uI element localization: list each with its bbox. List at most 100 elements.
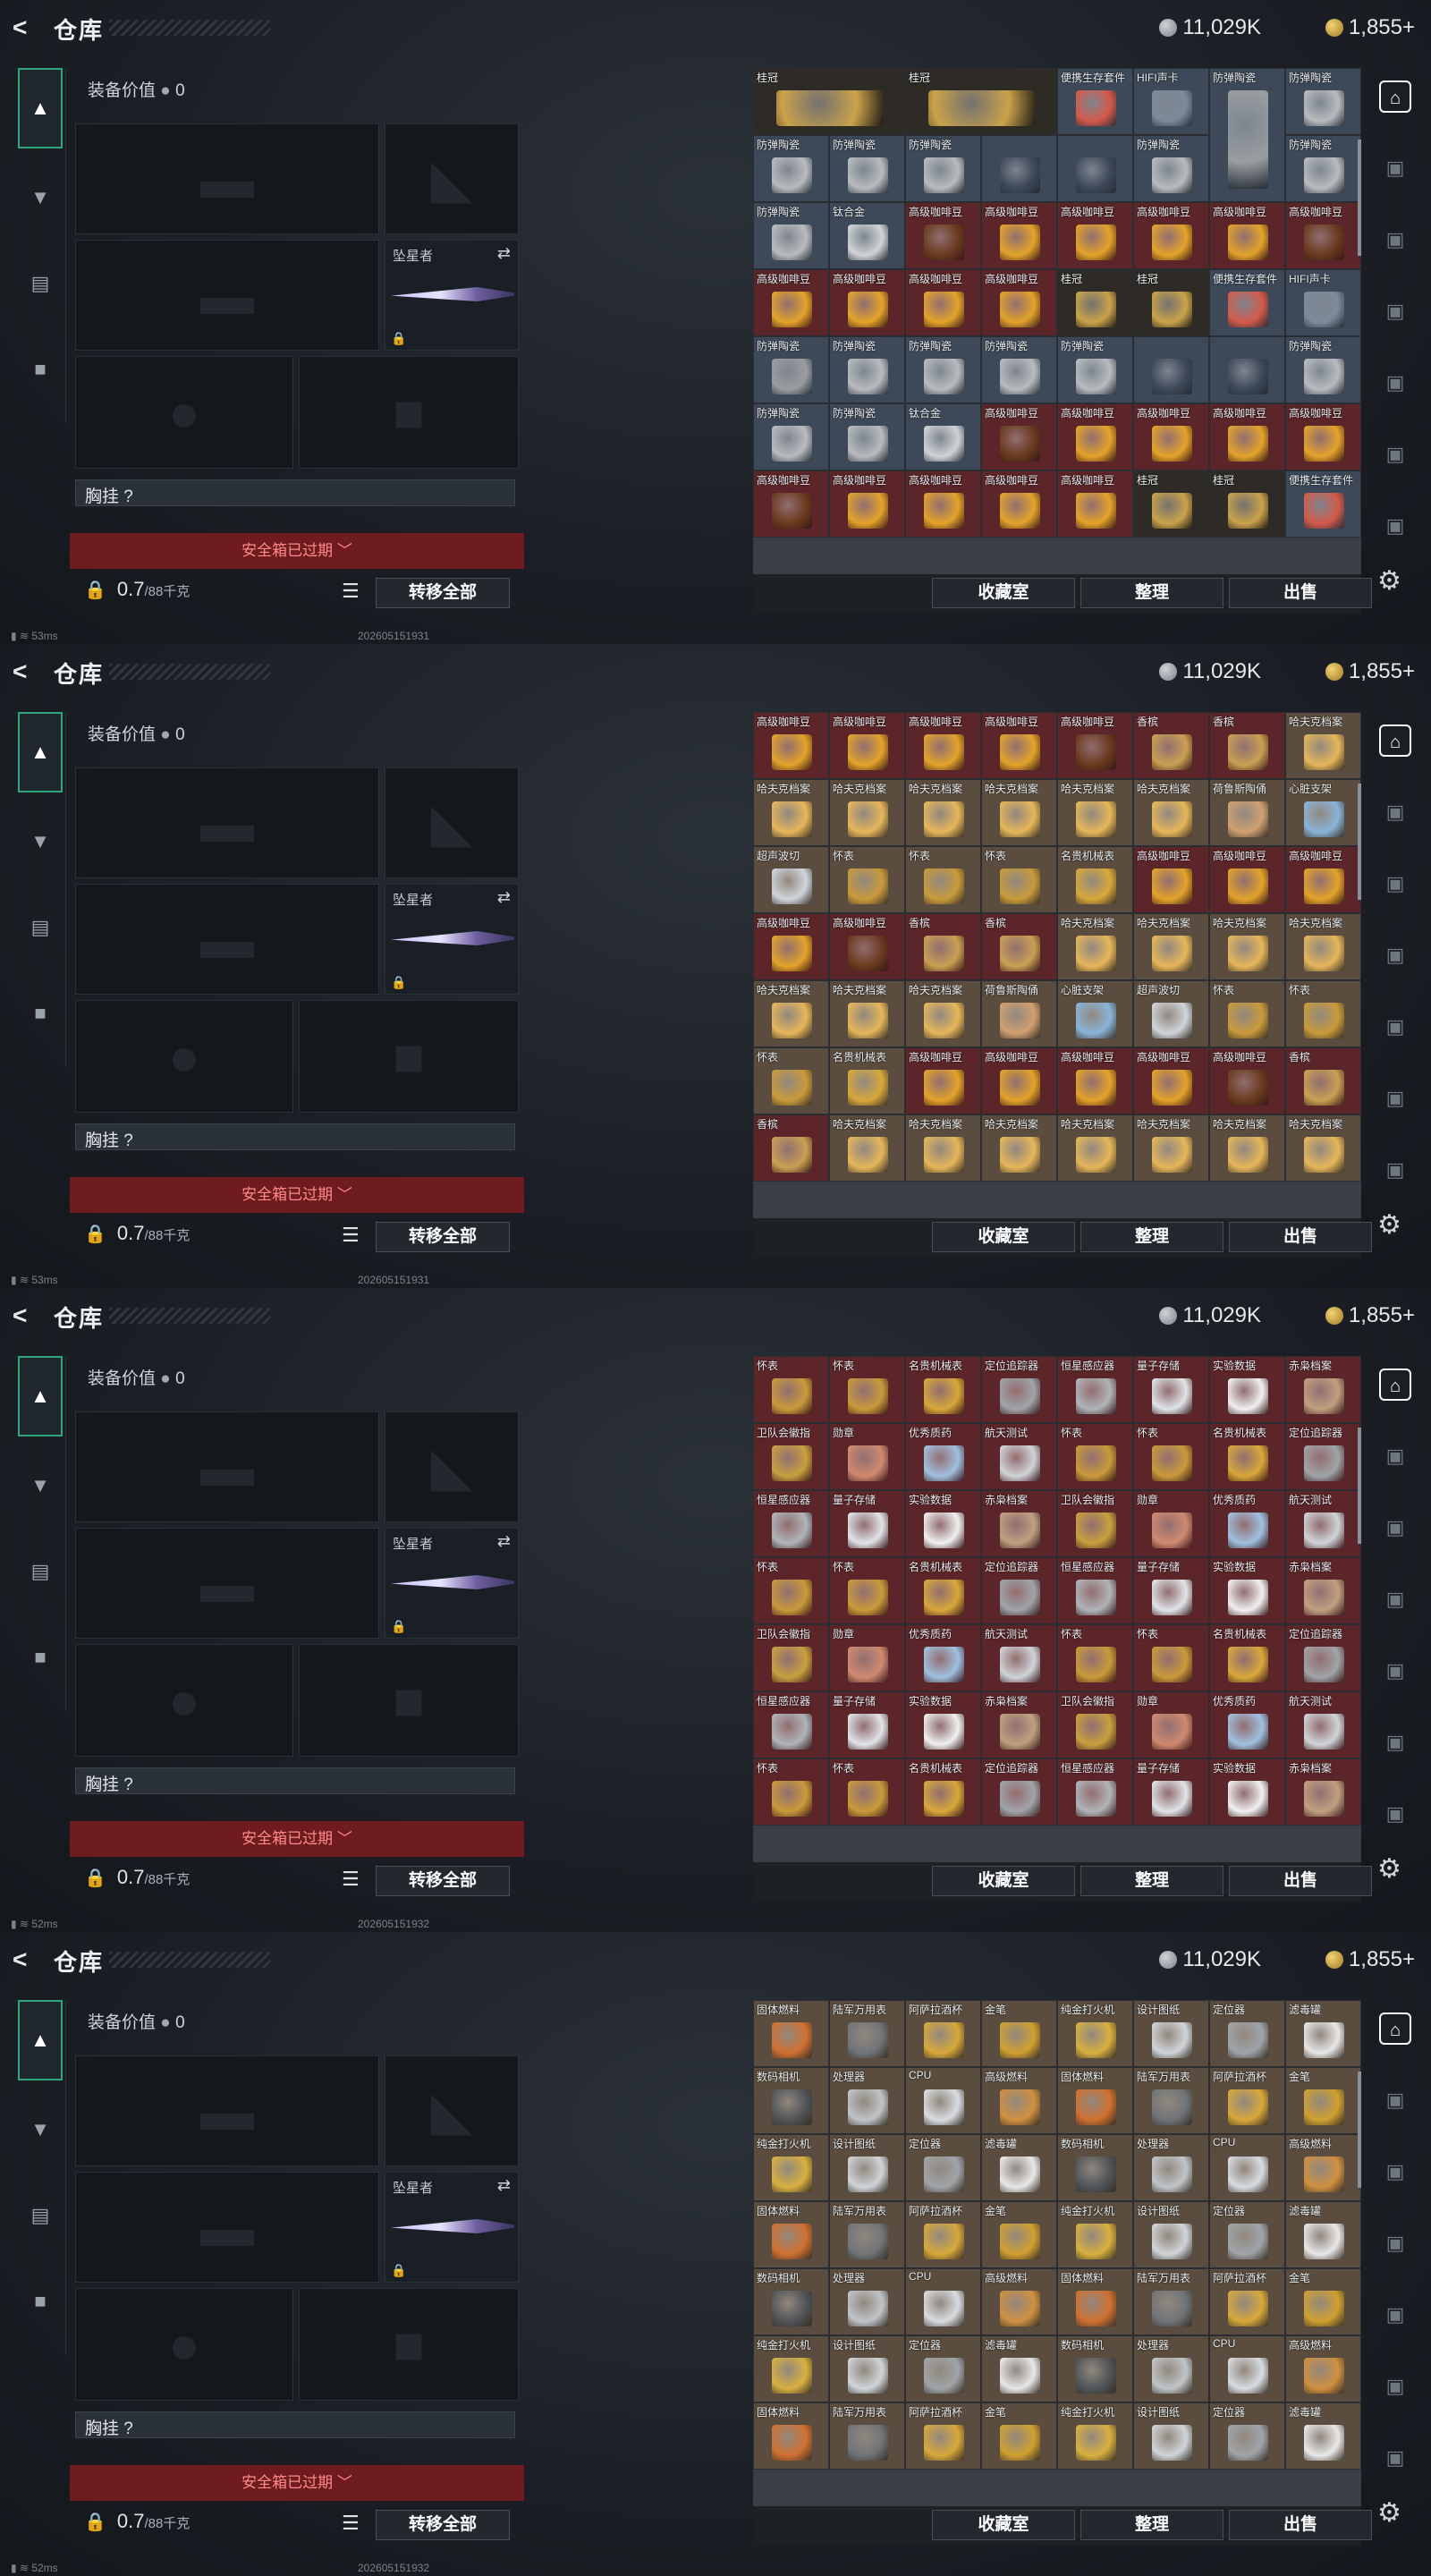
stash-item[interactable]: 处理器	[1133, 2134, 1209, 2201]
stash-item[interactable]: HIFI声卡	[1285, 269, 1361, 336]
stash-item[interactable]: 哈夫克档案	[1209, 1114, 1285, 1182]
stash-item[interactable]: 怀表	[981, 846, 1057, 913]
stash-item[interactable]: 高级咖啡豆	[1209, 403, 1285, 470]
sort-button[interactable]: 整理	[1080, 2510, 1224, 2540]
stash-item[interactable]: 实验数据	[905, 1691, 981, 1758]
stash-tab-6-icon[interactable]: ▣	[1379, 1154, 1411, 1186]
stash-item[interactable]: 防弹陶瓷	[905, 135, 981, 202]
stash-item[interactable]: 高级咖啡豆	[753, 470, 829, 538]
transfer-all-button[interactable]: 转移全部	[376, 1222, 510, 1252]
stash-item[interactable]: 高级咖啡豆	[1285, 202, 1361, 269]
stash-item[interactable]: 高级咖啡豆	[905, 470, 981, 538]
stash-item[interactable]: 荷鲁斯陶俑	[1209, 779, 1285, 846]
stash-item[interactable]: 高级咖啡豆	[829, 913, 905, 980]
stash-item[interactable]: 哈夫克档案	[905, 1114, 981, 1182]
stash-item[interactable]: 赤枭档案	[1285, 1557, 1361, 1624]
stash-item[interactable]: 高级咖啡豆	[981, 403, 1057, 470]
sell-button[interactable]: 出售	[1229, 1866, 1372, 1896]
swap-icon[interactable]: ⇄	[497, 244, 511, 263]
stash-item[interactable]: 哈夫克档案	[1057, 779, 1133, 846]
stash-tab-2-icon[interactable]: ▣	[1379, 2156, 1411, 2188]
stash-item[interactable]: 数码相机	[1057, 2134, 1133, 2201]
primary-weapon-slot[interactable]: ▬	[75, 123, 379, 234]
stash-item[interactable]: 名贵机械表	[1209, 1423, 1285, 1490]
armor-tab-icon[interactable]: ▼	[18, 2089, 63, 2170]
stash-item[interactable]: 高级咖啡豆	[753, 913, 829, 980]
vault-button[interactable]: 收藏室	[932, 2510, 1075, 2540]
stash-item[interactable]: 定位追踪器	[1285, 1423, 1361, 1490]
stash-item[interactable]: 便携生存套件	[1209, 269, 1285, 336]
sell-button[interactable]: 出售	[1229, 578, 1372, 608]
stash-item[interactable]: 勋章	[829, 1423, 905, 1490]
stash-item[interactable]: 高级咖啡豆	[905, 202, 981, 269]
stash-item[interactable]: 高级燃料	[981, 2268, 1057, 2335]
case-tab-icon[interactable]: ■	[18, 1617, 63, 1698]
stash-tab-3-icon[interactable]: ▣	[1379, 2227, 1411, 2259]
stash-item[interactable]: 哈夫克档案	[1057, 913, 1133, 980]
stash-item[interactable]: 高级咖啡豆	[829, 269, 905, 336]
gear-icon[interactable]: ⚙	[1377, 1209, 1401, 1241]
stash-item[interactable]: 数码相机	[753, 2067, 829, 2134]
stash-item[interactable]: 阿萨拉酒杯	[1209, 2268, 1285, 2335]
silver-currency[interactable]: 11,029K	[1159, 658, 1261, 685]
stash-item[interactable]: 高级咖啡豆	[981, 1047, 1057, 1114]
backpack-tab-icon[interactable]: ▤	[18, 887, 63, 968]
stash-item[interactable]	[1057, 135, 1133, 202]
armor-tab-icon[interactable]: ▼	[18, 1445, 63, 1526]
chest-rig-slot[interactable]: 胸挂 ?	[75, 1123, 515, 1150]
stash-item[interactable]: 怀表	[1057, 1423, 1133, 1490]
backpack-tab-icon[interactable]: ▤	[18, 1531, 63, 1612]
stash-tab-5-icon[interactable]: ▣	[1379, 2370, 1411, 2402]
stash-item[interactable]: 高级咖啡豆	[753, 269, 829, 336]
stash-item[interactable]: 超声波切	[753, 846, 829, 913]
stash-tab-5-icon[interactable]: ▣	[1379, 438, 1411, 470]
stash-item[interactable]: 卫队会徽指	[1057, 1490, 1133, 1557]
stash-item[interactable]: 哈夫克档案	[1133, 1114, 1209, 1182]
melee-slot[interactable]: 坠星者 ⇄ 🔒	[385, 240, 519, 351]
stash-scrollbar[interactable]	[1358, 140, 1361, 256]
stash-item[interactable]: 怀表	[905, 846, 981, 913]
pistol-slot[interactable]: ◣	[385, 2055, 519, 2166]
stash-item[interactable]: 定位追踪器	[1285, 1624, 1361, 1691]
stash-item[interactable]: CPU	[905, 2067, 981, 2134]
stash-item[interactable]: 高级咖啡豆	[905, 269, 981, 336]
silver-currency[interactable]: 11,029K	[1159, 1302, 1261, 1329]
stash-item[interactable]: 怀表	[753, 1758, 829, 1826]
armor-slot[interactable]: ■	[299, 2288, 519, 2401]
stash-item[interactable]: 陆军万用表	[829, 2000, 905, 2067]
stash-item[interactable]: 心脏支架	[1057, 980, 1133, 1047]
stash-item[interactable]: 高级燃料	[981, 2067, 1057, 2134]
chest-rig-slot[interactable]: 胸挂 ?	[75, 2411, 515, 2438]
stash-item[interactable]: 香槟	[981, 913, 1057, 980]
stash-item[interactable]: 防弹陶瓷	[1285, 336, 1361, 403]
stash-item[interactable]: 怀表	[1133, 1423, 1209, 1490]
stash-item[interactable]: 怀表	[753, 1356, 829, 1423]
stash-item[interactable]: 高级咖啡豆	[1057, 712, 1133, 779]
stash-item[interactable]: 固体燃料	[1057, 2067, 1133, 2134]
stash-item[interactable]: CPU	[1209, 2134, 1285, 2201]
stash-item[interactable]: 高级咖啡豆	[1133, 846, 1209, 913]
stash-tab-3-icon[interactable]: ▣	[1379, 939, 1411, 971]
back-icon[interactable]: <	[13, 14, 38, 41]
stash-tab-4-icon[interactable]: ▣	[1379, 2299, 1411, 2331]
stash-item[interactable]: 高级咖啡豆	[905, 712, 981, 779]
stash-item[interactable]: 勋章	[1133, 1490, 1209, 1557]
backpack-tab-icon[interactable]: ▤	[18, 2175, 63, 2256]
gear-icon[interactable]: ⚙	[1377, 1853, 1401, 1885]
stash-item[interactable]: 桂冠	[1133, 470, 1209, 538]
stash-item[interactable]: HIFI声卡	[1133, 68, 1209, 135]
stash-item[interactable]: 哈夫克档案	[981, 1114, 1057, 1182]
weapon-tab-icon[interactable]: ▲	[18, 68, 63, 148]
stash-item[interactable]: 香槟	[905, 913, 981, 980]
pistol-slot[interactable]: ◣	[385, 1411, 519, 1522]
safebox-expired-banner[interactable]: 安全箱已过期 ﹀	[70, 533, 524, 569]
stash-scrollbar[interactable]	[1358, 1428, 1361, 1544]
back-icon[interactable]: <	[13, 658, 38, 685]
stash-item[interactable]: 哈夫克档案	[1057, 1114, 1133, 1182]
stash-item[interactable]: 设计图纸	[1133, 2201, 1209, 2268]
stash-scrollbar[interactable]	[1358, 784, 1361, 900]
stash-item[interactable]: 量子存储	[829, 1490, 905, 1557]
stash-item[interactable]: 高级咖啡豆	[753, 712, 829, 779]
stash-tab-2-icon[interactable]: ▣	[1379, 1512, 1411, 1544]
stash-item[interactable]: 金笔	[981, 2201, 1057, 2268]
